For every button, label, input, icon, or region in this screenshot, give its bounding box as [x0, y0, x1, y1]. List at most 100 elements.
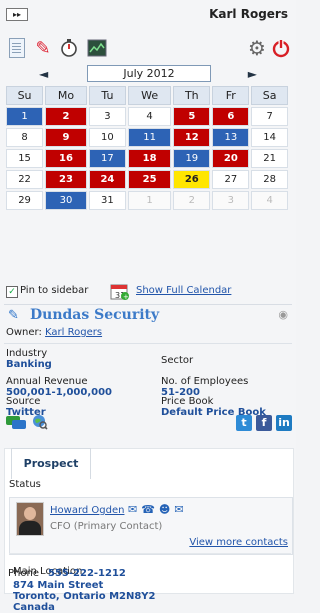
calendar-day[interactable]: 3 — [212, 191, 250, 210]
next-month-button[interactable]: ► — [248, 67, 257, 81]
sector-label: Sector — [161, 355, 194, 366]
stopwatch-icon[interactable] — [58, 37, 80, 59]
month-title[interactable]: July 2012 — [87, 65, 211, 82]
calendar-day[interactable]: 11 — [127, 128, 172, 147]
edit-icon[interactable]: ✎ — [8, 308, 19, 323]
sidebar-panel: ▸▸ Karl Rogers ✎ ⚙ ◄ July 2012 ► Su Mo Tu W… — [0, 0, 296, 613]
email-icon[interactable]: ✉ — [128, 503, 141, 516]
show-full-calendar-link[interactable]: Show Full Calendar — [136, 285, 231, 296]
calendar-day[interactable]: 2 — [45, 107, 87, 126]
calendar-day[interactable]: 29 — [6, 191, 44, 210]
chat-icon[interactable] — [6, 416, 26, 430]
calendar-day[interactable]: 9 — [45, 128, 87, 147]
calendar-day[interactable]: 20 — [212, 149, 250, 168]
phone-book-icon[interactable]: ☎ — [141, 503, 159, 516]
panel-header: ▸▸ Karl Rogers — [4, 6, 292, 22]
pin-to-sidebar-row: ✓ Pin to sidebar 31 + Show Full Calendar — [6, 283, 290, 303]
mini-calendar: ◄ July 2012 ► Su Mo Tu We Th Fr Sa 1 2 3 4 5 6 7 8 9 10… — [5, 64, 289, 212]
sector-field: Sector — [161, 355, 193, 366]
calendar-day[interactable]: 26 — [173, 170, 211, 189]
owner-label: Owner: — [6, 327, 42, 338]
weekday-header: Mo — [45, 86, 87, 105]
chart-icon[interactable] — [86, 37, 108, 59]
calendar-day[interactable]: 14 — [251, 128, 288, 147]
calendar-day[interactable]: 4 — [251, 191, 288, 210]
toolbar: ✎ ⚙ — [4, 36, 294, 61]
calendar-grid: Su Mo Tu We Th Fr Sa 1 2 3 4 5 6 7 8 9 10 11 12 13 14 15 16 17… — [4, 84, 290, 212]
pricebook-label: Price Book — [161, 396, 214, 407]
address-line-2: Toronto, Ontario M2N8Y2 — [13, 591, 156, 602]
gears-icon[interactable]: ⚙ — [246, 36, 268, 60]
calendar-day[interactable]: 13 — [212, 128, 250, 147]
phone-value: 555-222-1212 — [48, 568, 126, 579]
owner-line: Owner: Karl Rogers — [6, 327, 102, 338]
calendar-day[interactable]: 31 — [88, 191, 126, 210]
linkedin-icon[interactable]: in — [276, 415, 292, 431]
user-name: Karl Rogers — [209, 7, 288, 21]
calendar-day[interactable]: 7 — [251, 107, 288, 126]
calendar-day[interactable]: 1 — [127, 191, 172, 210]
address-line-1: 874 Main Street — [13, 580, 104, 591]
calendar-day[interactable]: 19 — [173, 149, 211, 168]
calendar-day[interactable]: 16 — [45, 149, 87, 168]
calendar-day[interactable]: 18 — [127, 149, 172, 168]
employees-label: No. of Employees — [161, 376, 249, 387]
calendar-day[interactable]: 21 — [251, 149, 288, 168]
calendar-day[interactable]: 2 — [173, 191, 211, 210]
calendar-day[interactable]: 25 — [127, 170, 172, 189]
source-label: Source — [6, 396, 41, 407]
industry-field: Industry Banking — [6, 348, 52, 370]
pin-to-sidebar-checkbox[interactable]: ✓ — [6, 286, 18, 298]
calendar-add-icon[interactable]: 31 + — [110, 281, 130, 301]
revenue-field: Annual Revenue 500,001-1,000,000 — [6, 376, 112, 398]
calendar-day[interactable]: 23 — [45, 170, 87, 189]
calendar-day[interactable]: 22 — [6, 170, 44, 189]
twitter-icon[interactable]: t — [236, 415, 252, 431]
pin-icon[interactable]: ✎ — [32, 37, 54, 59]
calendar-day[interactable]: 24 — [88, 170, 126, 189]
calendar-day[interactable]: 5 — [173, 107, 211, 126]
industry-value: Banking — [6, 359, 52, 370]
industry-label: Industry — [6, 348, 48, 359]
calendar-day[interactable]: 17 — [88, 149, 126, 168]
document-icon[interactable] — [6, 37, 28, 59]
power-icon[interactable] — [270, 37, 292, 59]
weekday-header: Fr — [212, 86, 250, 105]
calendar-day[interactable]: 27 — [212, 170, 250, 189]
previous-month-button[interactable]: ◄ — [39, 67, 48, 81]
calendar-day[interactable]: 15 — [6, 149, 44, 168]
address-line-3: Canada — [13, 602, 55, 613]
account-name: Dundas Security — [30, 307, 160, 323]
contact-name-link[interactable]: Howard Ogden — [50, 505, 124, 516]
eye-icon[interactable]: ◉ — [278, 308, 288, 321]
chat-small-icon[interactable]: ✉ — [174, 503, 187, 516]
account-header: ✎ Dundas Security ◉ — [4, 304, 292, 323]
calendar-day[interactable]: 10 — [88, 128, 126, 147]
tab-prospect[interactable]: Prospect — [11, 448, 91, 479]
expand-toggle-button[interactable]: ▸▸ — [6, 8, 28, 21]
contact-actions: ✉☎☻✉ — [128, 503, 188, 516]
divider — [4, 343, 292, 344]
weekday-header: Sa — [251, 86, 288, 105]
weekday-header: Tu — [88, 86, 126, 105]
status-label: Status — [9, 479, 41, 490]
view-more-contacts-link[interactable]: View more contacts — [189, 537, 288, 548]
svg-text:+: + — [123, 293, 129, 301]
calendar-day[interactable]: 30 — [45, 191, 87, 210]
contact-role: CFO (Primary Contact) — [50, 521, 163, 532]
calendar-day[interactable]: 6 — [212, 107, 250, 126]
calendar-day[interactable]: 3 — [88, 107, 126, 126]
weekday-header: We — [127, 86, 172, 105]
phone-label: Phone — [8, 568, 39, 579]
facebook-icon[interactable]: f — [256, 415, 272, 431]
address: 874 Main Street Toronto, Ontario M2N8Y2 … — [13, 580, 156, 613]
calendar-day[interactable]: 8 — [6, 128, 44, 147]
calendar-day[interactable]: 28 — [251, 170, 288, 189]
people-search-icon[interactable]: ☻ — [159, 503, 174, 516]
calendar-day[interactable]: 4 — [127, 107, 172, 126]
globe-search-icon[interactable] — [32, 414, 48, 430]
calendar-day[interactable]: 12 — [173, 128, 211, 147]
calendar-day[interactable]: 1 — [6, 107, 44, 126]
contact-avatar — [16, 502, 44, 536]
owner-link[interactable]: Karl Rogers — [45, 327, 102, 338]
